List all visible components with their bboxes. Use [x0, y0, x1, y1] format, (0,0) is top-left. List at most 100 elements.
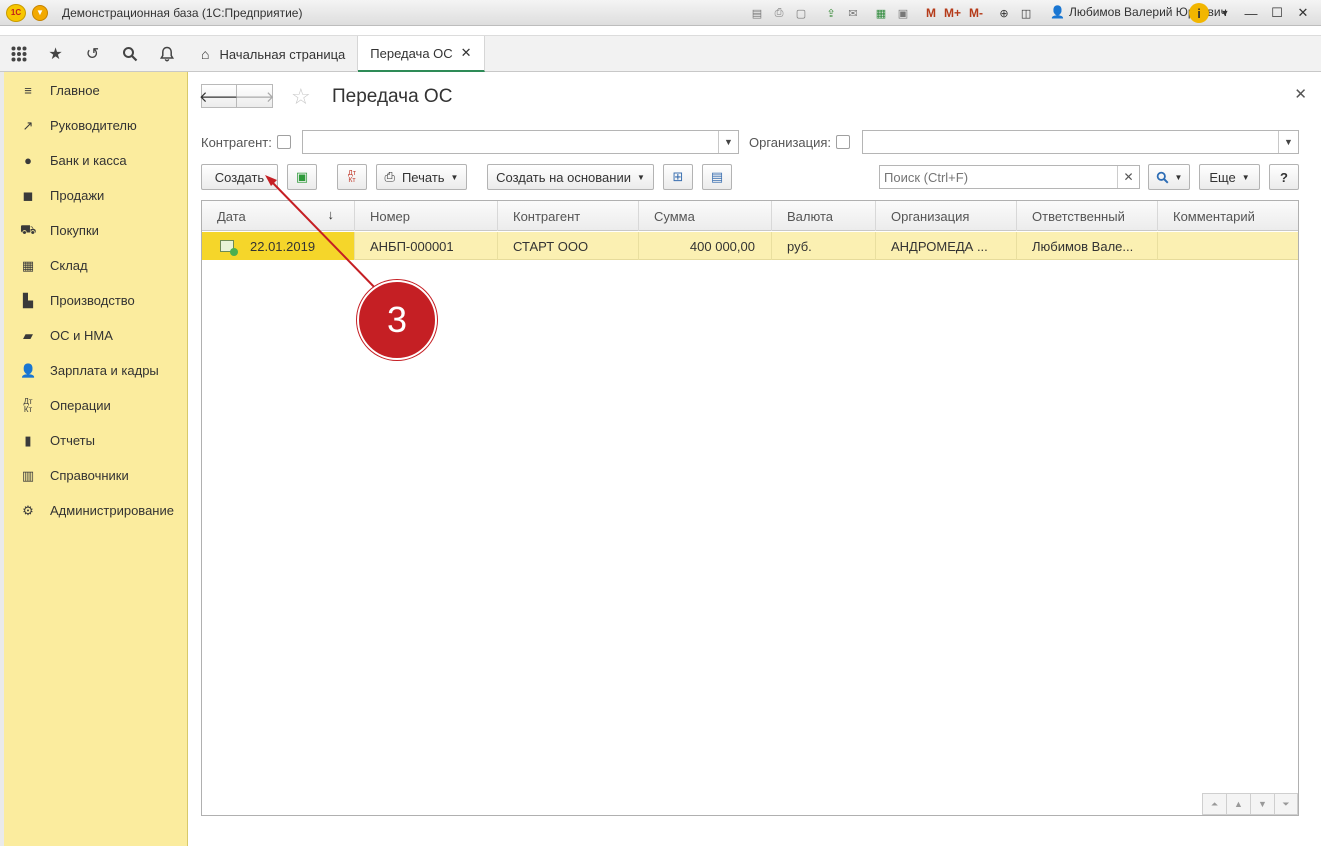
sidebar-item-warehouse[interactable]: ▦ Склад: [4, 248, 187, 283]
create-button[interactable]: Создать: [201, 164, 278, 190]
chevron-down-icon[interactable]: ▼: [1278, 131, 1298, 153]
preview-icon[interactable]: ▢: [792, 4, 810, 22]
memory-minus-button[interactable]: M-: [967, 4, 985, 22]
tab-asset-transfer[interactable]: Передача ОС ✕: [358, 36, 485, 72]
window-title: Демонстрационная база (1С:Предприятие): [62, 5, 303, 20]
window-menu-icon[interactable]: ▼: [1215, 3, 1235, 23]
column-date[interactable]: Дата ↓: [202, 201, 355, 231]
search-input[interactable]: [880, 166, 1114, 188]
table-row[interactable]: 22.01.2019 АНБП-000001 СТАРТ ООО 400 000…: [202, 232, 1298, 260]
minimize-icon[interactable]: —: [1241, 3, 1261, 23]
structure-button[interactable]: ⊞: [663, 164, 693, 190]
journal-button[interactable]: ▤: [702, 164, 732, 190]
chevron-down-icon: ▼: [450, 172, 459, 182]
sort-arrow-icon: ↓: [327, 207, 335, 222]
scroll-down-icon[interactable]: ▼: [1250, 793, 1274, 815]
search-options-button[interactable]: ▼: [1148, 164, 1190, 190]
history-icon[interactable]: ↺: [74, 36, 111, 72]
panels-icon[interactable]: ◫: [1017, 4, 1035, 22]
sidebar-item-label: Главное: [50, 83, 100, 98]
mail-icon[interactable]: ✉: [844, 4, 862, 22]
cell-counterparty[interactable]: СТАРТ ООО: [498, 232, 639, 260]
add-favorite-star-icon[interactable]: ☆: [291, 84, 311, 110]
close-tab-icon[interactable]: ✕: [461, 45, 472, 61]
column-number[interactable]: Номер: [355, 201, 498, 231]
help-button[interactable]: ?: [1269, 164, 1299, 190]
cell-organization[interactable]: АНДРОМЕДА ...: [876, 232, 1017, 260]
scroll-first-icon[interactable]: ⏶: [1202, 793, 1226, 815]
sidebar-item-reports[interactable]: ▮ Отчеты: [4, 423, 187, 458]
sidebar-item-label: Зарплата и кадры: [50, 363, 159, 378]
forward-button[interactable]: 🡒: [234, 84, 275, 108]
counterparty-filter-checkbox[interactable]: [277, 135, 291, 149]
dt-kt-button[interactable]: Дт Кт: [337, 164, 367, 190]
print-button[interactable]: ⎙ Печать ▼: [376, 164, 467, 190]
journal-icon: ▤: [710, 169, 724, 184]
page-title: Передача ОС: [332, 86, 453, 107]
create-based-on-button[interactable]: Создать на основании ▼: [487, 164, 654, 190]
counterparty-filter-field[interactable]: ▼: [302, 130, 739, 154]
close-window-icon[interactable]: ✕: [1293, 3, 1313, 23]
sidebar-item-sales[interactable]: ◼ Продажи: [4, 178, 187, 213]
column-organization[interactable]: Организация: [876, 201, 1017, 231]
chevron-down-icon[interactable]: ▼: [718, 131, 738, 153]
cell-date[interactable]: 22.01.2019: [202, 232, 355, 260]
search-icon[interactable]: [111, 36, 148, 72]
back-button[interactable]: 🡐: [199, 84, 239, 108]
sidebar-item-operations[interactable]: Дт Кт Операции: [4, 388, 187, 423]
print-button-label: Печать: [401, 169, 445, 185]
cell-number[interactable]: АНБП-000001: [355, 232, 498, 260]
tab-home[interactable]: ⌂ Начальная страница: [189, 36, 359, 72]
copy-document-button[interactable]: ▣: [287, 164, 317, 190]
scroll-last-icon[interactable]: ⏷: [1274, 793, 1298, 815]
sidebar-item-label: ОС и НМА: [50, 328, 113, 343]
clear-search-icon[interactable]: ✕: [1117, 166, 1139, 188]
sidebar-item-admin[interactable]: ⚙ Администрирование: [4, 493, 187, 528]
cell-responsible[interactable]: Любимов Вале...: [1017, 232, 1158, 260]
cell-comment[interactable]: [1158, 232, 1298, 260]
search-field[interactable]: ✕: [879, 165, 1140, 189]
calculator-icon[interactable]: ▦: [872, 4, 890, 22]
scroll-up-icon[interactable]: ▲: [1226, 793, 1250, 815]
column-comment-label: Комментарий: [1173, 208, 1255, 224]
sidebar-item-bank[interactable]: ● Банк и касса: [4, 143, 187, 178]
cell-currency[interactable]: руб.: [772, 232, 876, 260]
info-button[interactable]: i: [1189, 3, 1209, 23]
upload-icon[interactable]: ⇪: [822, 4, 840, 22]
column-amount[interactable]: Сумма: [639, 201, 772, 231]
sidebar-item-production[interactable]: ▙ Производство: [4, 283, 187, 318]
sidebar-item-catalogs[interactable]: ▥ Справочники: [4, 458, 187, 493]
close-form-icon[interactable]: ✕: [1294, 85, 1307, 103]
organization-filter-checkbox[interactable]: [836, 135, 850, 149]
column-counterparty[interactable]: Контрагент: [498, 201, 639, 231]
sidebar-item-label: Банк и касса: [50, 153, 127, 168]
column-date-label: Дата: [217, 208, 246, 224]
favorites-star-icon[interactable]: ★: [37, 36, 74, 72]
sidebar-item-payroll[interactable]: 👤 Зарплата и кадры: [4, 353, 187, 388]
history-nav: 🡐 🡒: [199, 84, 275, 108]
column-comment[interactable]: Комментарий: [1158, 201, 1298, 231]
create-button-label: Создать: [214, 169, 265, 185]
posted-document-icon: [220, 240, 238, 256]
sidebar-item-director[interactable]: ↗ Руководителю: [4, 108, 187, 143]
sidebar-item-main[interactable]: ≡ Главное: [4, 73, 187, 108]
organization-filter-field[interactable]: ▼: [862, 130, 1299, 154]
calendar-icon[interactable]: ▣: [894, 4, 912, 22]
cell-amount[interactable]: 400 000,00: [639, 232, 772, 260]
bell-icon[interactable]: [148, 36, 185, 72]
maximize-icon[interactable]: ☐: [1267, 3, 1287, 23]
column-currency[interactable]: Валюта: [772, 201, 876, 231]
column-responsible[interactable]: Ответственный: [1017, 201, 1158, 231]
memory-plus-button[interactable]: M+: [942, 4, 963, 22]
sidebar-item-label: Отчеты: [50, 433, 95, 448]
sidebar-item-fixed-assets[interactable]: ▰ ОС и НМА: [4, 318, 187, 353]
memory-m-button[interactable]: M: [924, 4, 938, 22]
print-icon[interactable]: ⎙: [770, 4, 788, 22]
main-menu-icon[interactable]: ▼: [32, 4, 48, 21]
zoom-icon[interactable]: ⊕: [995, 4, 1013, 22]
sidebar-item-purchases[interactable]: ⛟ Покупки: [4, 213, 187, 248]
save-icon[interactable]: ▤: [748, 4, 766, 22]
more-button[interactable]: Еще ▼: [1199, 164, 1260, 190]
sections-grid-icon[interactable]: [0, 36, 37, 72]
column-responsible-label: Ответственный: [1032, 208, 1125, 224]
